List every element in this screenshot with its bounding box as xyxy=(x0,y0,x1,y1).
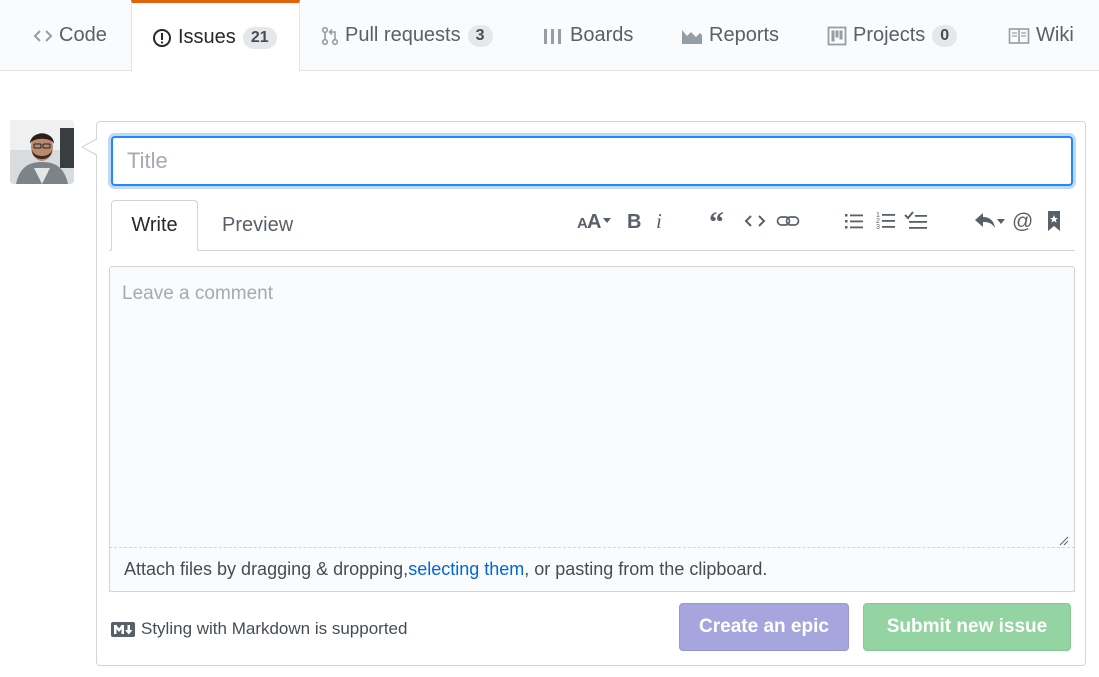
tab-write[interactable]: Write xyxy=(111,200,198,251)
tab-boards[interactable]: Boards xyxy=(542,0,633,71)
code-icon[interactable] xyxy=(743,208,767,234)
tab-wiki[interactable]: Wiki xyxy=(1008,0,1074,71)
attach-files-bar[interactable]: Attach files by dragging & dropping, sel… xyxy=(109,547,1075,592)
quote-icon[interactable]: “ xyxy=(709,208,731,234)
tab-pull-requests[interactable]: Pull requests 3 xyxy=(321,0,493,71)
code-icon xyxy=(33,28,53,44)
project-icon xyxy=(827,26,847,46)
svg-text:B: B xyxy=(627,211,641,232)
unordered-list-icon[interactable] xyxy=(843,208,865,234)
markdown-icon xyxy=(111,621,135,637)
text-size-icon[interactable]: AA xyxy=(577,208,615,234)
graph-icon xyxy=(681,27,703,45)
issue-opened-icon xyxy=(152,28,172,48)
markdown-hint-text: Styling with Markdown is supported xyxy=(141,619,408,638)
repo-nav: Code Issues 21 Pull requests 3 Boards Re… xyxy=(0,0,1099,72)
attach-text-prefix: Attach files by dragging & dropping, xyxy=(124,559,409,579)
tab-code[interactable]: Code xyxy=(33,0,107,71)
tab-reports[interactable]: Reports xyxy=(681,0,779,71)
italic-icon[interactable]: i xyxy=(653,208,667,234)
title-input[interactable] xyxy=(111,136,1073,186)
tasklist-icon[interactable] xyxy=(903,208,929,234)
tab-label: Code xyxy=(59,24,107,46)
tab-preview[interactable]: Preview xyxy=(222,200,293,251)
book-icon xyxy=(1008,27,1030,45)
svg-text:3: 3 xyxy=(876,224,880,231)
select-files-link[interactable]: selecting them xyxy=(408,559,524,580)
svg-text:“: “ xyxy=(709,210,724,232)
tab-label: Pull requests xyxy=(345,24,461,46)
tab-label: Wiki xyxy=(1036,24,1074,46)
markdown-hint[interactable]: Styling with Markdown is supported xyxy=(111,619,407,639)
caret-arrow-fill xyxy=(83,139,98,155)
tab-label: Reports xyxy=(709,24,780,46)
svg-text:@: @ xyxy=(1012,210,1033,232)
tab-label: Projects xyxy=(853,24,926,46)
bookmark-icon[interactable] xyxy=(1045,208,1063,234)
git-pull-request-icon xyxy=(321,26,339,46)
tab-projects[interactable]: Projects 0 xyxy=(827,0,958,71)
tab-label: Issues xyxy=(178,26,236,48)
new-issue-form: Write Preview AA B i “ 123 @ Attach file… xyxy=(81,121,1086,666)
svg-text:A: A xyxy=(587,211,601,232)
link-icon[interactable] xyxy=(775,208,801,234)
pull-requests-counter: 3 xyxy=(467,24,493,47)
tab-label: Boards xyxy=(570,24,634,46)
bold-icon[interactable]: B xyxy=(624,208,644,234)
tab-issues[interactable]: Issues 21 xyxy=(131,0,300,72)
avatar[interactable] xyxy=(10,120,74,184)
boards-icon xyxy=(542,26,564,46)
create-epic-button[interactable]: Create an epic xyxy=(679,603,849,651)
svg-text:i: i xyxy=(656,210,662,232)
mention-icon[interactable]: @ xyxy=(1011,208,1035,234)
submit-new-issue-button[interactable]: Submit new issue xyxy=(863,603,1071,651)
attach-text-suffix: , or pasting from the clipboard. xyxy=(524,559,768,579)
ordered-list-icon[interactable]: 123 xyxy=(875,208,897,234)
reply-icon[interactable] xyxy=(974,208,1006,234)
issues-counter: 21 xyxy=(242,26,277,49)
comment-textarea-wrapper xyxy=(109,266,1075,592)
projects-counter: 0 xyxy=(932,24,958,47)
comment-textarea[interactable] xyxy=(110,267,1074,592)
